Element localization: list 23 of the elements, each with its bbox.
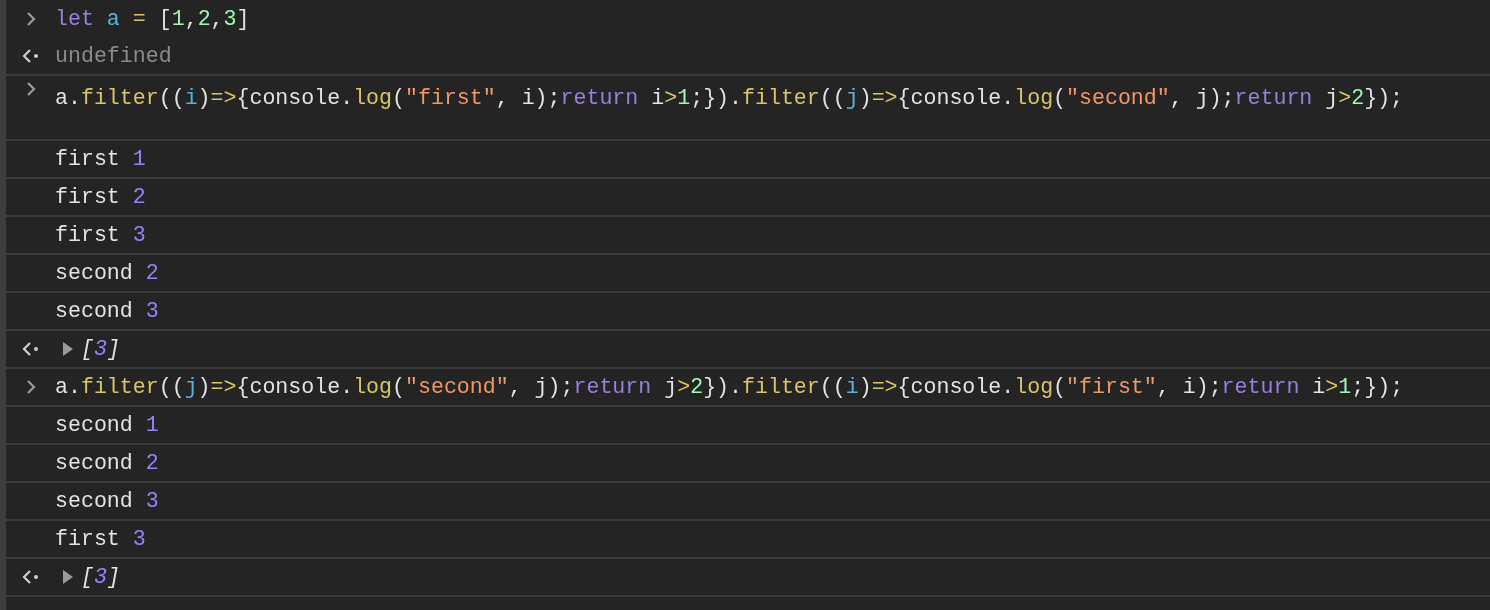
prompt-chevron-icon <box>25 12 36 26</box>
log-message: second 3 <box>55 297 159 325</box>
log-message: second 2 <box>55 259 159 287</box>
result-text: undefined <box>55 42 172 70</box>
array-preview: [3] <box>81 563 120 591</box>
log-message: first 3 <box>55 525 146 553</box>
expand-triangle-icon[interactable] <box>63 570 73 584</box>
code-line: let a = [1,2,3] <box>55 5 250 33</box>
result-arrow-icon <box>21 49 40 63</box>
prompt-chevron-icon <box>25 380 36 394</box>
code-line: a.filter((i)=>{console.log("first", i);return i>1;}).filter((j)=>{console.log("second", j);return j>2}); <box>55 85 1404 112</box>
log-message: second 2 <box>55 449 159 477</box>
log-message: first 1 <box>55 145 146 173</box>
log-message: first 3 <box>55 221 146 249</box>
array-preview: [3] <box>81 335 120 363</box>
code-line: a.filter((j)=>{console.log("second", j);return j>2}).filter((i)=>{console.log("first", i);return i>1;}); <box>55 373 1404 401</box>
result-arrow-icon <box>21 570 40 584</box>
prompt-chevron-icon <box>25 82 36 96</box>
log-message: first 2 <box>55 183 146 211</box>
log-message: second 3 <box>55 487 159 515</box>
expand-triangle-icon[interactable] <box>63 342 73 356</box>
log-message: second 1 <box>55 411 159 439</box>
result-arrow-icon <box>21 342 40 356</box>
